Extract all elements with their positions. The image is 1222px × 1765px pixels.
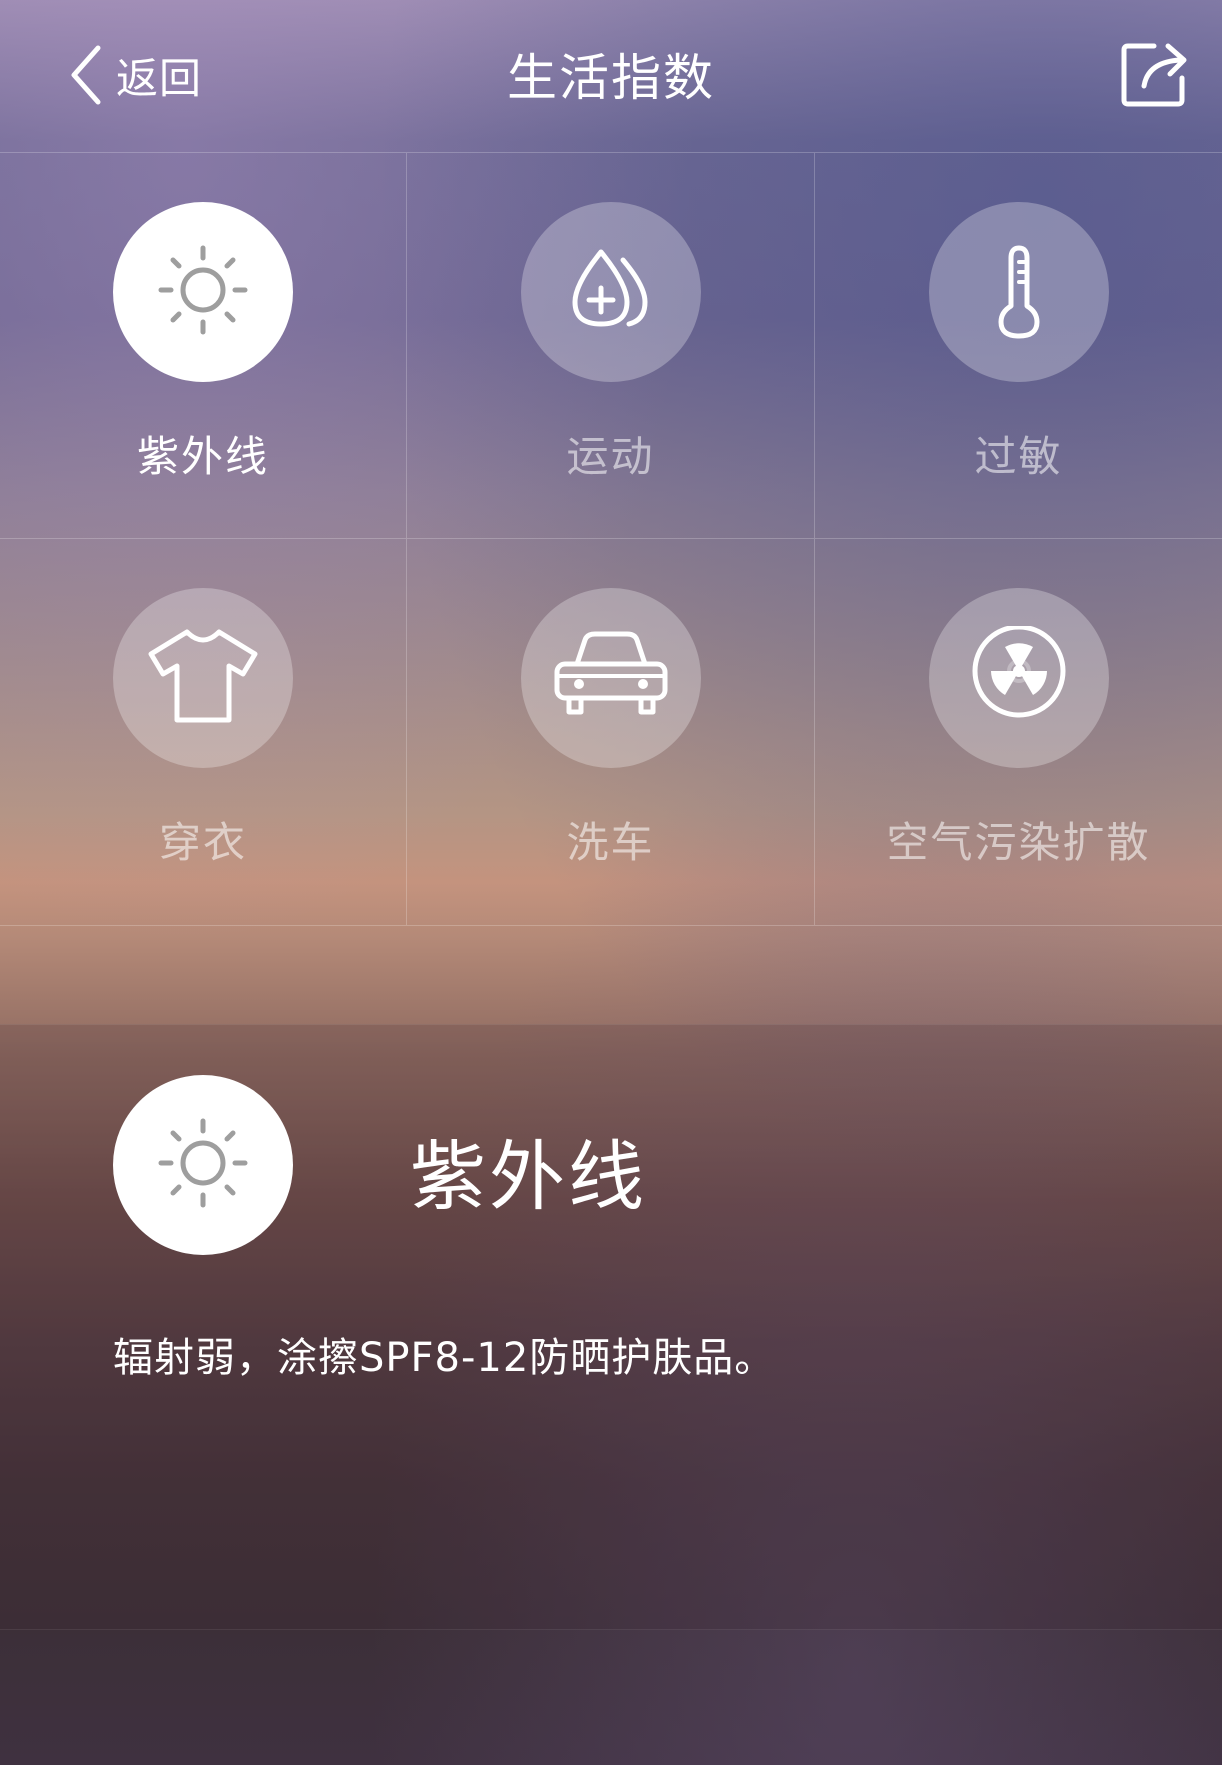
index-detail-panel: 紫外线 辐射弱，涂擦SPF8-12防晒护肤品。 (0, 1024, 1222, 1630)
grid-item-label: 穿衣 (158, 818, 247, 867)
grid-item-label: 洗车 (566, 818, 655, 867)
share-button[interactable] (1118, 38, 1190, 110)
grid-item-label: 过敏 (974, 432, 1063, 481)
grid-item-dressing[interactable]: 穿衣 (0, 539, 407, 925)
radiation-icon (969, 624, 1069, 730)
air-pollution-icon-circle (928, 588, 1109, 768)
sun-icon (153, 240, 253, 344)
grid-item-uv[interactable]: 紫外线 (0, 153, 407, 539)
thermometer-icon (969, 240, 1069, 344)
page-title: 生活指数 (507, 49, 715, 107)
water-drops-plus-icon (561, 240, 661, 344)
top-bar: 返回 生活指数 (0, 0, 1222, 152)
dressing-icon-circle (113, 588, 293, 768)
share-icon (1118, 43, 1190, 114)
carwash-icon-circle (520, 588, 701, 768)
grid-item-allergy[interactable]: 过敏 (815, 153, 1222, 539)
grid-item-label: 紫外线 (136, 432, 269, 481)
sport-icon-circle (520, 202, 701, 382)
detail-description: 辐射弱，涂擦SPF8-12防晒护肤品。 (113, 1335, 776, 1381)
uv-icon-circle (113, 202, 293, 382)
grid-item-label: 运动 (566, 432, 655, 481)
detail-icon-circle (113, 1075, 293, 1255)
grid-item-label: 空气污染扩散 (886, 818, 1151, 867)
car-icon (549, 626, 673, 730)
grid-item-sport[interactable]: 运动 (407, 153, 815, 539)
grid-item-air-pollution[interactable]: 空气污染扩散 (815, 539, 1222, 925)
allergy-icon-circle (928, 202, 1109, 382)
detail-title: 紫外线 (410, 1132, 647, 1221)
tshirt-icon (143, 626, 263, 730)
sun-icon (153, 1113, 253, 1217)
grid-item-carwash[interactable]: 洗车 (407, 539, 815, 925)
life-index-grid: 紫外线 运动 过敏 穿衣 洗车 空气污染扩散 (0, 152, 1222, 926)
